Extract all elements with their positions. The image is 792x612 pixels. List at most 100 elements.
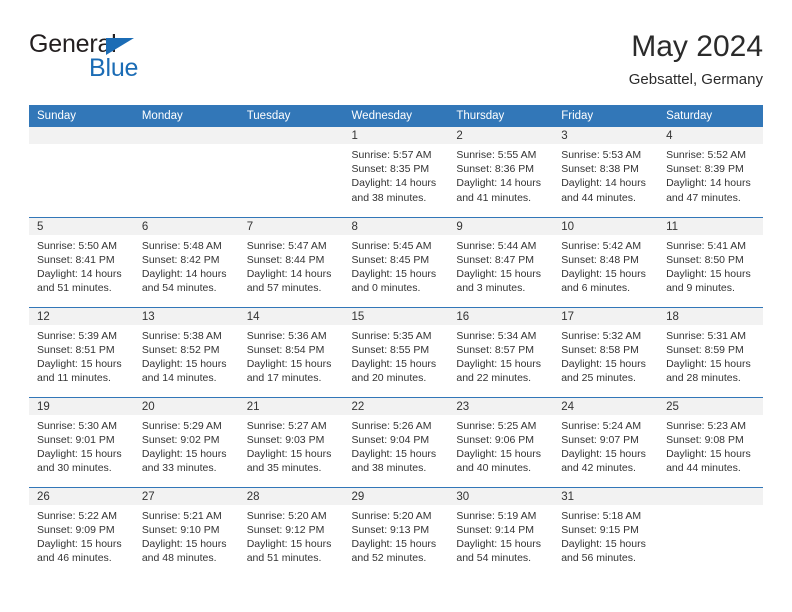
calendar-week-row: 12 Sunrise: 5:39 AM Sunset: 8:51 PM Dayligh… <box>29 306 763 397</box>
day-number: 8 <box>343 217 449 235</box>
calendar-day-cell[interactable]: 3 Sunrise: 5:53 AM Sunset: 8:38 PM Daylight… <box>553 127 659 217</box>
day-details: Sunrise: 5:34 AM Sunset: 8:57 PM Daylight:… <box>448 325 553 386</box>
day-details: Sunrise: 5:47 AM Sunset: 8:44 PM Daylight:… <box>239 235 344 296</box>
weekday-header-tuesday: Tuesday <box>238 105 344 127</box>
daylight-duration-line2: and 0 minutes. <box>351 282 421 295</box>
calendar-day-cell[interactable]: 14 Sunrise: 5:36 AM Sunset: 8:54 PM Dayligh… <box>238 306 344 397</box>
calendar-day-cell[interactable]: 22 Sunrise: 5:26 AM Sunset: 9:04 PM Dayligh… <box>343 396 449 487</box>
daylight-duration-line1: Daylight: 15 hours <box>351 447 437 460</box>
sunset-time: Sunset: 8:58 PM <box>561 343 639 356</box>
sunrise-time: Sunrise: 5:39 AM <box>37 329 117 342</box>
calendar-day-cell[interactable]: 12 Sunrise: 5:39 AM Sunset: 8:51 PM Dayligh… <box>29 306 134 397</box>
calendar-day-cell[interactable]: 16 Sunrise: 5:34 AM Sunset: 8:57 PM Dayligh… <box>448 306 554 397</box>
day-number: 7 <box>238 217 344 235</box>
day-details: Sunrise: 5:41 AM Sunset: 8:50 PM Daylight:… <box>658 235 763 296</box>
calendar-day-cell[interactable]: 20 Sunrise: 5:29 AM Sunset: 9:02 PM Dayligh… <box>133 396 239 487</box>
sunset-time: Sunset: 8:47 PM <box>456 253 535 266</box>
day-number: 11 <box>658 217 763 235</box>
calendar-day-cell[interactable]: 24 Sunrise: 5:24 AM Sunset: 9:07 PM Dayligh… <box>553 396 659 487</box>
day-number: 23 <box>448 397 554 415</box>
calendar-day-cell[interactable]: 15 Sunrise: 5:35 AM Sunset: 8:55 PM Dayligh… <box>343 306 449 397</box>
sunset-time: Sunset: 8:35 PM <box>351 163 430 176</box>
calendar-day-cell[interactable]: 27 Sunrise: 5:21 AM Sunset: 9:10 PM Dayligh… <box>133 486 239 577</box>
weekday-header-wednesday: Wednesday <box>343 105 449 127</box>
sunset-time: Sunset: 8:51 PM <box>37 343 115 356</box>
sunset-time: Sunset: 9:04 PM <box>351 433 430 446</box>
day-details: Sunrise: 5:19 AM Sunset: 9:14 PM Daylight:… <box>448 505 553 566</box>
calendar-day-cell[interactable]: 30 Sunrise: 5:19 AM Sunset: 9:14 PM Dayligh… <box>448 486 554 577</box>
daylight-duration-line2: and 57 minutes. <box>246 282 322 295</box>
weekday-header-saturday: Saturday <box>658 105 763 127</box>
calendar-day-cell[interactable]: 19 Sunrise: 5:30 AM Sunset: 9:01 PM Dayligh… <box>29 396 134 487</box>
calendar-day-cell[interactable]: 11 Sunrise: 5:41 AM Sunset: 8:50 PM Dayligh… <box>658 216 763 307</box>
sunset-time: Sunset: 9:12 PM <box>246 523 325 536</box>
daylight-duration-line2: and 44 minutes. <box>561 191 636 204</box>
calendar-day-cell[interactable]: 23 Sunrise: 5:25 AM Sunset: 9:06 PM Dayligh… <box>448 396 554 487</box>
calendar-day-cell[interactable]: 18 Sunrise: 5:31 AM Sunset: 8:59 PM Dayligh… <box>658 306 763 397</box>
calendar-day-cell[interactable]: 6 Sunrise: 5:48 AM Sunset: 8:42 PM Daylight… <box>133 216 239 307</box>
calendar-day-cell[interactable]: 28 Sunrise: 5:20 AM Sunset: 9:12 PM Dayligh… <box>238 486 344 577</box>
sunset-time: Sunset: 9:14 PM <box>456 523 535 536</box>
calendar-day-cell[interactable]: 25 Sunrise: 5:23 AM Sunset: 9:08 PM Dayligh… <box>658 396 763 487</box>
day-number: 13 <box>133 307 239 325</box>
sunrise-time: Sunrise: 5:44 AM <box>456 239 537 252</box>
sunrise-time: Sunrise: 5:35 AM <box>351 329 432 342</box>
sunrise-time: Sunrise: 5:45 AM <box>351 239 432 252</box>
sunrise-time: Sunrise: 5:34 AM <box>456 329 537 342</box>
calendar-week-row: 19 Sunrise: 5:30 AM Sunset: 9:01 PM Dayligh… <box>29 396 763 487</box>
day-number: 30 <box>448 487 554 505</box>
daylight-duration-line2: and 38 minutes. <box>351 191 427 204</box>
day-number <box>238 127 344 144</box>
day-number: 4 <box>658 127 763 144</box>
calendar-day-cell[interactable]: 10 Sunrise: 5:42 AM Sunset: 8:48 PM Dayligh… <box>553 216 659 307</box>
daylight-duration-line2: and 54 minutes. <box>141 282 217 295</box>
calendar-day-cell[interactable]: 7 Sunrise: 5:47 AM Sunset: 8:44 PM Daylight… <box>238 216 344 307</box>
day-number: 3 <box>553 127 659 144</box>
calendar-day-cell[interactable]: 1 Sunrise: 5:57 AM Sunset: 8:35 PM Daylight… <box>343 127 449 217</box>
calendar-day-cell-empty <box>658 486 763 577</box>
sunrise-time: Sunrise: 5:26 AM <box>351 419 432 432</box>
page-title: May 2024 <box>631 30 763 63</box>
weekday-header-sunday: Sunday <box>29 105 134 127</box>
calendar-day-cell[interactable]: 8 Sunrise: 5:45 AM Sunset: 8:45 PM Daylight… <box>343 216 449 307</box>
day-number: 22 <box>343 397 449 415</box>
daylight-duration-line1: Daylight: 15 hours <box>141 447 227 460</box>
page-subtitle-location: Gebsattel, Germany <box>628 71 763 88</box>
daylight-duration-line2: and 28 minutes. <box>666 372 741 385</box>
sunset-time: Sunset: 8:52 PM <box>141 343 220 356</box>
day-number: 2 <box>448 127 554 144</box>
day-number: 10 <box>553 217 659 235</box>
daylight-duration-line1: Daylight: 15 hours <box>561 537 646 550</box>
calendar-day-cell[interactable]: 4 Sunrise: 5:52 AM Sunset: 8:39 PM Daylight… <box>658 127 763 217</box>
day-details: Sunrise: 5:38 AM Sunset: 8:52 PM Daylight:… <box>134 325 239 386</box>
calendar-day-cell[interactable]: 21 Sunrise: 5:27 AM Sunset: 9:03 PM Dayligh… <box>238 396 344 487</box>
calendar-day-cell[interactable]: 26 Sunrise: 5:22 AM Sunset: 9:09 PM Dayligh… <box>29 486 134 577</box>
day-details: Sunrise: 5:50 AM Sunset: 8:41 PM Daylight:… <box>29 235 134 296</box>
day-details: Sunrise: 5:18 AM Sunset: 9:15 PM Daylight:… <box>553 505 658 566</box>
day-number: 14 <box>238 307 344 325</box>
daylight-duration-line1: Daylight: 15 hours <box>37 357 122 370</box>
calendar-day-cell[interactable]: 9 Sunrise: 5:44 AM Sunset: 8:47 PM Daylight… <box>448 216 554 307</box>
calendar-day-cell-empty <box>29 127 134 217</box>
calendar-day-cell[interactable]: 29 Sunrise: 5:20 AM Sunset: 9:13 PM Dayligh… <box>343 486 449 577</box>
calendar-day-cell[interactable]: 2 Sunrise: 5:55 AM Sunset: 8:36 PM Daylight… <box>448 127 554 217</box>
brand-logo[interactable]: General Blue <box>29 30 329 90</box>
sunset-time: Sunset: 9:15 PM <box>561 523 639 536</box>
calendar-day-cell[interactable]: 5 Sunrise: 5:50 AM Sunset: 8:41 PM Daylight… <box>29 216 134 307</box>
sunrise-time: Sunrise: 5:23 AM <box>666 419 747 432</box>
calendar-day-cell[interactable]: 31 Sunrise: 5:18 AM Sunset: 9:15 PM Dayligh… <box>553 486 659 577</box>
sunset-time: Sunset: 9:01 PM <box>37 433 115 446</box>
day-details: Sunrise: 5:44 AM Sunset: 8:47 PM Daylight:… <box>448 235 553 296</box>
day-number: 27 <box>133 487 239 505</box>
day-details: Sunrise: 5:24 AM Sunset: 9:07 PM Daylight:… <box>553 415 658 476</box>
sunrise-time: Sunrise: 5:48 AM <box>141 239 222 252</box>
sunset-time: Sunset: 8:38 PM <box>561 163 639 176</box>
daylight-duration-line1: Daylight: 14 hours <box>666 177 751 190</box>
day-details: Sunrise: 5:29 AM Sunset: 9:02 PM Daylight:… <box>134 415 239 476</box>
calendar-day-cell[interactable]: 17 Sunrise: 5:32 AM Sunset: 8:58 PM Dayligh… <box>553 306 659 397</box>
day-details: Sunrise: 5:22 AM Sunset: 9:09 PM Daylight:… <box>29 505 134 566</box>
calendar-day-cell[interactable]: 13 Sunrise: 5:38 AM Sunset: 8:52 PM Dayligh… <box>133 306 239 397</box>
day-details: Sunrise: 5:30 AM Sunset: 9:01 PM Daylight:… <box>29 415 134 476</box>
daylight-duration-line1: Daylight: 14 hours <box>141 267 227 280</box>
day-number: 9 <box>448 217 554 235</box>
